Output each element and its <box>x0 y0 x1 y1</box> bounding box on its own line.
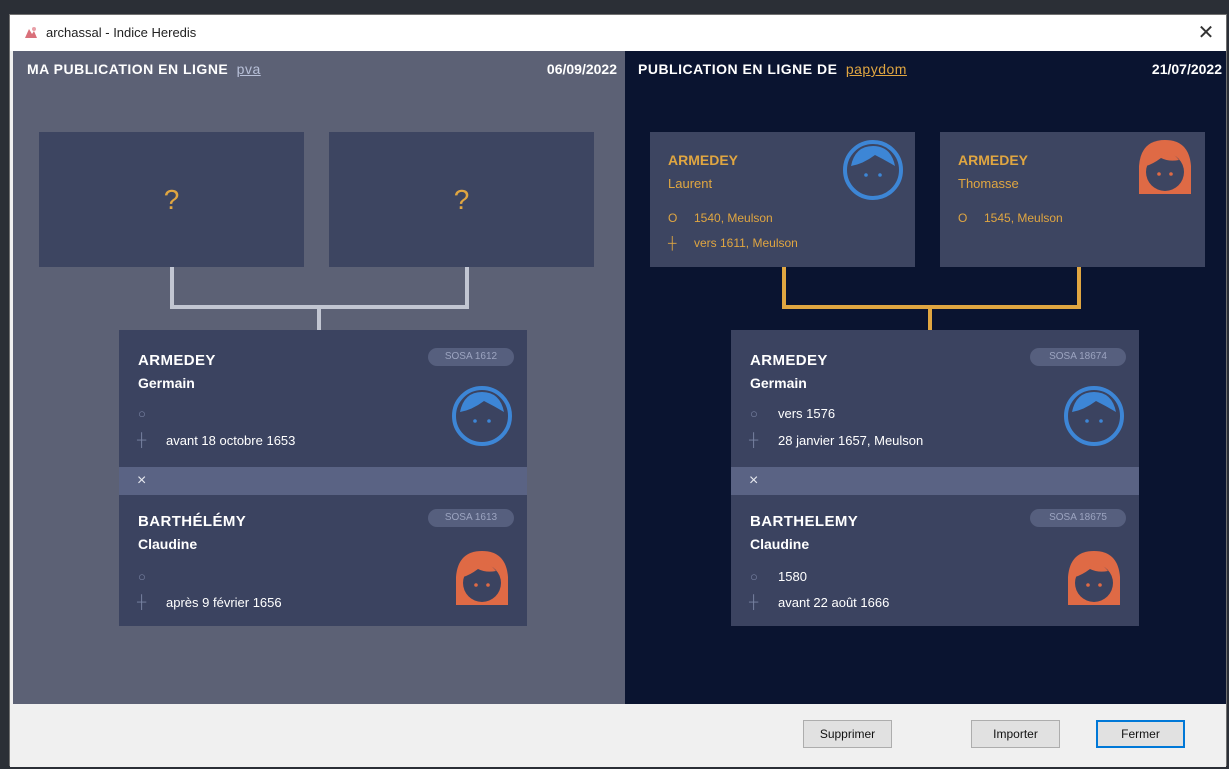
father-death: vers 1611, Meulson <box>694 236 798 250</box>
birth-circle-icon: ○ <box>750 569 758 584</box>
close-icon[interactable]: ✕ <box>1186 15 1226 51</box>
connector <box>1077 267 1081 307</box>
birth-circle-icon: ○ <box>138 569 146 584</box>
connector <box>782 267 786 307</box>
unknown-mother-card[interactable]: ? <box>329 132 594 267</box>
connector <box>170 267 174 307</box>
mother-card[interactable]: ARMEDEY Thomasse O 1545, Meulson <box>940 132 1205 267</box>
right-publication-date: 21/07/2022 <box>1151 61 1222 77</box>
marriage-separator: × <box>731 467 1139 495</box>
wife-death: avant 22 août 1666 <box>778 595 890 610</box>
husband-card[interactable]: ARMEDEY Germain SOSA 1612 ○ ┼ avant 18 o… <box>119 330 527 467</box>
death-cross-icon: ┼ <box>749 594 759 609</box>
sosa-badge: SOSA 1613 <box>428 509 514 527</box>
my-publication-panel: MA PUBLICATION EN LIGNE pva 06/09/2022 ?… <box>13 51 625 704</box>
wife-surname: BARTHELEMY <box>750 513 859 530</box>
father-birth: 1540, Meulson <box>694 211 773 225</box>
wife-given-name: Claudine <box>750 536 810 552</box>
delete-button[interactable]: Supprimer <box>803 720 892 748</box>
mother-birth-line: O 1545, Meulson <box>958 211 1063 225</box>
father-given-name: Laurent <box>668 176 713 191</box>
right-panel-header: PUBLICATION EN LIGNE DE papydom <box>638 61 907 77</box>
father-surname: ARMEDEY <box>668 152 739 168</box>
male-avatar-icon <box>1064 386 1124 446</box>
wife-surname: BARTHÉLÉMY <box>138 513 247 530</box>
husband-card[interactable]: ARMEDEY Germain SOSA 18674 ○ vers 1576 ┼… <box>731 330 1139 467</box>
wife-card[interactable]: BARTHÉLÉMY Claudine SOSA 1613 ○ ┼ après … <box>119 495 527 626</box>
close-button[interactable]: Fermer <box>1096 720 1185 748</box>
title-bar: archassal - Indice Heredis ✕ <box>10 15 1226 51</box>
birth-circle-icon: ○ <box>138 406 146 421</box>
unknown-father-card[interactable]: ? <box>39 132 304 267</box>
wife-death: après 9 février 1656 <box>166 595 282 610</box>
husband-surname: ARMEDEY <box>138 352 216 369</box>
birth-circle-icon: ○ <box>750 406 758 421</box>
death-cross-icon: ┼ <box>749 432 759 447</box>
husband-death: 28 janvier 1657, Meulson <box>778 433 924 448</box>
wife-card[interactable]: BARTHELEMY Claudine SOSA 18675 ○ 1580 ┼ … <box>731 495 1139 626</box>
death-cross-icon: ┼ <box>137 594 147 609</box>
left-header-label: MA PUBLICATION EN LIGNE <box>27 61 229 77</box>
female-avatar-icon <box>456 551 508 605</box>
father-birth-line: O 1540, Meulson <box>668 211 773 225</box>
death-cross-icon: ┼ <box>668 236 677 250</box>
male-avatar-icon <box>452 386 512 446</box>
father-death-line: ┼ vers 1611, Meulson <box>668 236 798 250</box>
right-user-link[interactable]: papydom <box>846 61 907 77</box>
husband-death: avant 18 octobre 1653 <box>166 433 296 448</box>
birth-circle-icon: O <box>958 211 968 225</box>
husband-surname: ARMEDEY <box>750 352 828 369</box>
mother-birth: 1545, Meulson <box>984 211 1063 225</box>
husband-given-name: Germain <box>750 375 807 391</box>
left-user-link[interactable]: pva <box>237 61 261 77</box>
connector <box>317 307 321 330</box>
window-title: archassal - Indice Heredis <box>46 25 197 40</box>
wife-birth: 1580 <box>778 569 807 584</box>
remote-publication-panel: PUBLICATION EN LIGNE DE papydom 21/07/20… <box>625 51 1226 704</box>
connector <box>928 307 932 330</box>
husband-given-name: Germain <box>138 375 195 391</box>
mother-surname: ARMEDEY <box>958 152 1029 168</box>
father-card[interactable]: ARMEDEY Laurent O 1540, Meulson ┼ vers 161… <box>650 132 915 267</box>
marriage-separator: × <box>119 467 527 495</box>
female-avatar-icon <box>1068 551 1120 605</box>
sosa-badge: SOSA 18675 <box>1030 509 1126 527</box>
sosa-badge: SOSA 1612 <box>428 348 514 366</box>
app-icon <box>25 27 37 38</box>
right-header-label: PUBLICATION EN LIGNE DE <box>638 61 838 77</box>
death-cross-icon: ┼ <box>137 432 147 447</box>
left-publication-date: 06/09/2022 <box>546 61 617 77</box>
connector <box>465 267 469 307</box>
dialog-footer: Supprimer Importer Fermer <box>10 704 1226 767</box>
husband-birth: vers 1576 <box>778 406 836 421</box>
wife-given-name: Claudine <box>138 536 198 552</box>
male-avatar-icon <box>843 140 903 200</box>
sosa-badge: SOSA 18674 <box>1030 348 1126 366</box>
mother-given-name: Thomasse <box>958 176 1019 191</box>
female-avatar-icon <box>1139 140 1191 194</box>
birth-circle-icon: O <box>668 211 678 225</box>
import-button[interactable]: Importer <box>971 720 1060 748</box>
left-panel-header: MA PUBLICATION EN LIGNE pva <box>27 61 261 77</box>
dialog-window: archassal - Indice Heredis ✕ MA PUBLICAT… <box>9 14 1227 767</box>
